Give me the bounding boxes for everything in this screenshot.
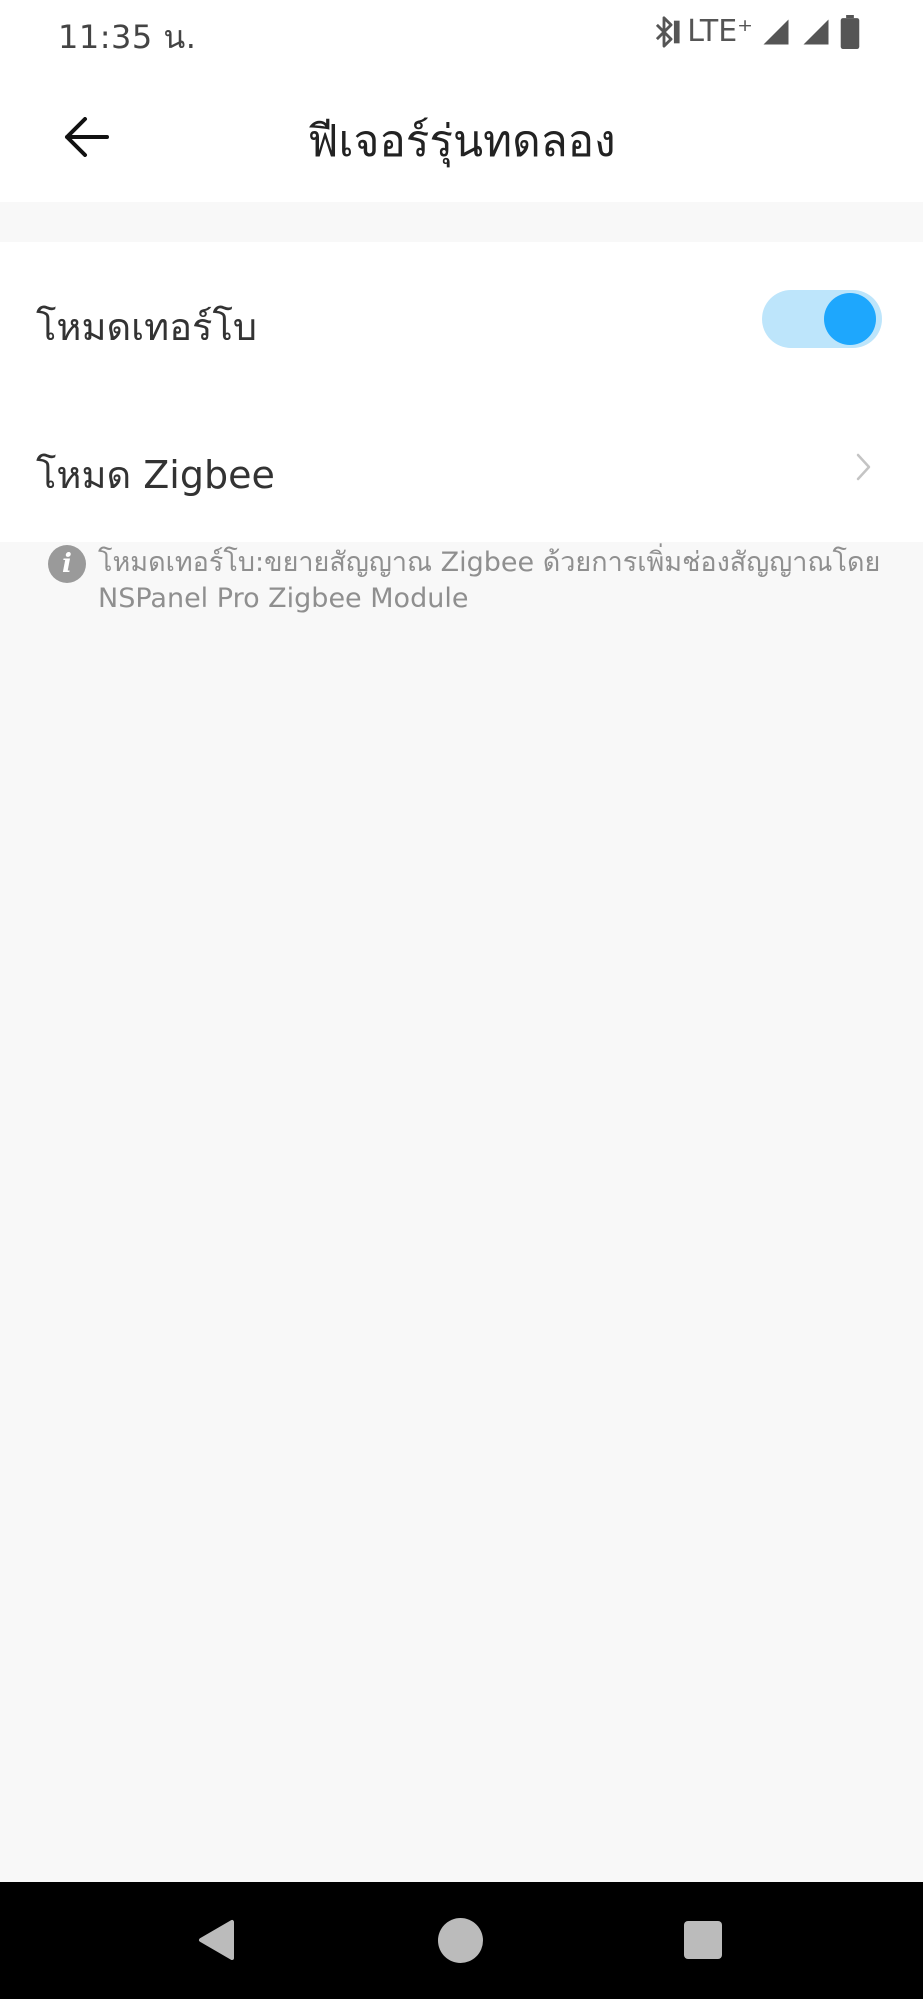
back-triangle-icon[interactable] <box>196 1919 236 1965</box>
toggle-knob <box>824 293 876 345</box>
bluetooth-icon <box>647 15 681 49</box>
info-icon: i <box>48 545 86 583</box>
signal-icon <box>799 17 833 47</box>
network-type: LTE⁺ <box>687 13 753 49</box>
system-nav-bar <box>0 1882 923 1999</box>
battery-icon <box>839 15 861 49</box>
chevron-right-icon <box>855 452 873 486</box>
page-title: ฟีเจอร์รุ่นทดลอง <box>307 116 616 167</box>
note-text: โหมดเทอร์โบ:ขยายสัญญาณ Zigbee ด้วยการเพิ… <box>98 547 881 614</box>
turbo-mode-toggle[interactable] <box>762 290 882 348</box>
status-time: 11:35 น. <box>58 18 197 56</box>
home-circle-icon[interactable] <box>438 1918 483 1963</box>
status-bar: 11:35 น. LTE⁺ <box>0 0 923 66</box>
turbo-mode-row: โหมดเทอร์โบ <box>0 242 923 392</box>
turbo-mode-label: โหมดเทอร์โบ <box>36 305 257 349</box>
signal-icon <box>759 17 793 47</box>
recents-square-icon[interactable] <box>684 1921 722 1959</box>
app-header: ฟีเจอร์รุ่นทดลอง <box>0 66 923 202</box>
status-icons: LTE⁺ <box>647 14 861 50</box>
zigbee-mode-label: โหมด Zigbee <box>36 453 275 497</box>
zigbee-mode-row[interactable]: โหมด Zigbee <box>0 392 923 542</box>
settings-list: โหมดเทอร์โบ โหมด Zigbee <box>0 242 923 542</box>
